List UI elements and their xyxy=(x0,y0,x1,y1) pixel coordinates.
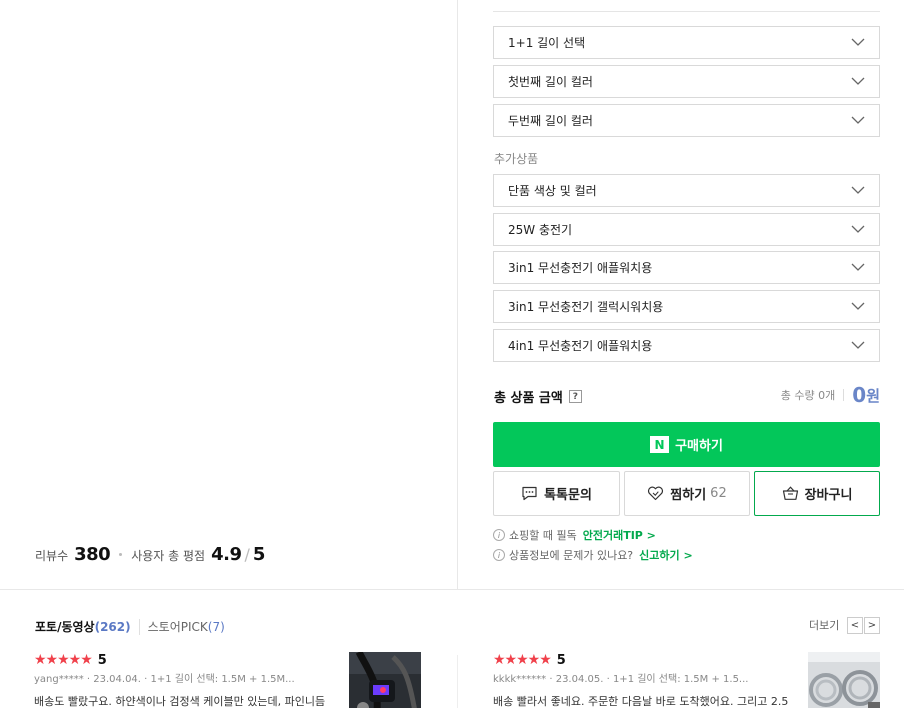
total-quantity: 총 수량 0개 xyxy=(780,389,836,402)
tab-count: (262) xyxy=(94,620,131,634)
total-label-text: 총 상품 금액 xyxy=(494,391,563,406)
select-label: 첫번째 길이 컬러 xyxy=(508,75,593,89)
buy-button[interactable]: N 구매하기 xyxy=(493,422,880,467)
addon-select-single-color[interactable]: 단품 색상 및 컬러 xyxy=(493,174,880,207)
review-meta: yang***** · 23.04.04. · 1+1 길이 선택: 1.5M … xyxy=(34,674,295,685)
total-summary: 총 수량 0개 0 원 xyxy=(781,384,880,406)
review-photo-image xyxy=(349,652,421,708)
info-icon: i xyxy=(493,549,505,561)
tab-store-pick[interactable]: 스토어PICK(7) xyxy=(148,618,225,635)
chevron-down-icon xyxy=(851,38,865,46)
select-label: 3in1 무선충전기 갤럭시워치용 xyxy=(508,300,664,314)
next-button[interactable]: > xyxy=(864,617,880,634)
notice-text: 상품정보에 문제가 있나요? xyxy=(509,549,634,562)
select-label: 3in1 무선충전기 애플워치용 xyxy=(508,261,653,275)
select-label: 두번째 길이 컬러 xyxy=(508,114,593,128)
wishlist-label: 찜하기 xyxy=(670,488,707,503)
wishlist-button[interactable]: 찜하기 62 xyxy=(624,471,750,516)
rating-slash: / xyxy=(244,545,250,564)
notice-text: 쇼핑할 때 필독 xyxy=(509,529,577,542)
total-separator xyxy=(843,389,845,401)
select-label: 25W 충전기 xyxy=(508,223,573,237)
chevron-down-icon xyxy=(851,225,865,233)
review-card[interactable]: ★★★★★ 5 yang***** · 23.04.04. · 1+1 길이 선… xyxy=(34,652,424,708)
select-length-combo[interactable]: 1+1 길이 선택 xyxy=(493,26,880,59)
review-meta: kkkk****** · 23.04.05. · 1+1 길이 선택: 1.5M… xyxy=(493,674,749,685)
review-count: 380 xyxy=(74,544,111,565)
addon-select-25w-charger[interactable]: 25W 충전기 xyxy=(493,213,880,246)
select-label: 4in1 무선충전기 애플워치용 xyxy=(508,339,653,353)
rating-label: 사용자 총 평점 xyxy=(131,549,206,563)
review-score: 5 xyxy=(97,652,107,668)
shopping-basket-icon xyxy=(782,486,798,500)
talk-inquiry-label: 톡톡문의 xyxy=(544,488,592,503)
review-count-label: 리뷰수 xyxy=(35,549,69,563)
review-photo-image xyxy=(808,652,880,708)
chevron-down-icon xyxy=(851,186,865,194)
top-rule xyxy=(493,11,880,12)
select-second-color[interactable]: 두번째 길이 컬러 xyxy=(493,104,880,137)
review-thumbnail[interactable] xyxy=(808,652,880,708)
review-thumbnail[interactable] xyxy=(349,652,421,708)
addon-select-4in1-apple[interactable]: 4in1 무선충전기 애플워치용 xyxy=(493,329,880,362)
column-divider xyxy=(457,0,458,590)
notice-safe-trade: i 쇼핑할 때 필독 안전거래TIP > xyxy=(493,527,656,543)
more-link[interactable]: 더보기 xyxy=(809,617,839,633)
chat-bubble-icon xyxy=(522,486,537,501)
star-icons: ★★★★★ xyxy=(493,652,552,668)
prev-button[interactable]: < xyxy=(847,617,863,634)
select-first-color[interactable]: 첫번째 길이 컬러 xyxy=(493,65,880,98)
tab-photo-video[interactable]: 포토/동영상(262) xyxy=(35,618,131,635)
tab-count: (7) xyxy=(207,620,225,634)
review-score: 5 xyxy=(556,652,566,668)
talk-inquiry-button[interactable]: 톡톡문의 xyxy=(493,471,620,516)
rating-value: 4.9 xyxy=(211,544,242,565)
safe-trade-tip-link[interactable]: 안전거래TIP > xyxy=(583,527,656,543)
section-divider xyxy=(0,589,904,590)
tab-label: 스토어PICK xyxy=(147,620,208,634)
tab-separator xyxy=(138,618,140,635)
chevron-down-icon xyxy=(851,116,865,124)
select-label: 1+1 길이 선택 xyxy=(508,36,586,50)
naver-pay-icon: N xyxy=(650,436,670,453)
review-tabs: 포토/동영상(262) 스토어PICK(7) xyxy=(35,618,225,635)
chevron-down-icon xyxy=(851,302,865,310)
total-price-label: 총 상품 금액 ? xyxy=(494,387,582,406)
wishlist-count: 62 xyxy=(710,486,727,501)
info-icon: i xyxy=(493,529,505,541)
cart-button[interactable]: 장바구니 xyxy=(754,471,880,516)
star-icons: ★★★★★ xyxy=(34,652,93,668)
review-summary: 리뷰수 380 사용자 총 평점 4.9 / 5 xyxy=(35,544,265,565)
addon-select-3in1-galaxy[interactable]: 3in1 무선충전기 갤럭시워치용 xyxy=(493,290,880,323)
notice-report: i 상품정보에 문제가 있나요? 신고하기 > xyxy=(493,547,693,563)
report-link[interactable]: 신고하기 > xyxy=(639,547,693,563)
review-text: 배송도 빨랐구요. 하얀색이나 검정색 케이블만 있는데, 파인니듬 xyxy=(34,695,326,708)
addon-section-label: 추가상품 xyxy=(494,152,539,166)
total-price: 0 xyxy=(852,383,867,407)
card-divider xyxy=(457,655,458,708)
cart-label: 장바구니 xyxy=(804,488,853,503)
review-card[interactable]: ★★★★★ 5 kkkk****** · 23.04.05. · 1+1 길이 … xyxy=(493,652,883,708)
chevron-down-icon xyxy=(851,341,865,349)
review-text: 배송 빨라서 좋네요. 주문한 다음날 바로 도착했어요. 그리고 2.5 xyxy=(493,695,789,708)
chevron-down-icon xyxy=(851,77,865,85)
select-label: 단품 색상 및 컬러 xyxy=(508,184,597,198)
chevron-down-icon xyxy=(851,263,865,271)
buy-button-label: 구매하기 xyxy=(675,439,723,454)
addon-select-3in1-apple[interactable]: 3in1 무선충전기 애플워치용 xyxy=(493,251,880,284)
tab-label: 포토/동영상 xyxy=(35,620,95,634)
currency-unit: 원 xyxy=(866,386,880,405)
summary-dot xyxy=(119,553,123,556)
rating-max: 5 xyxy=(252,544,266,565)
heart-icon xyxy=(648,486,664,501)
help-icon[interactable]: ? xyxy=(568,390,582,403)
